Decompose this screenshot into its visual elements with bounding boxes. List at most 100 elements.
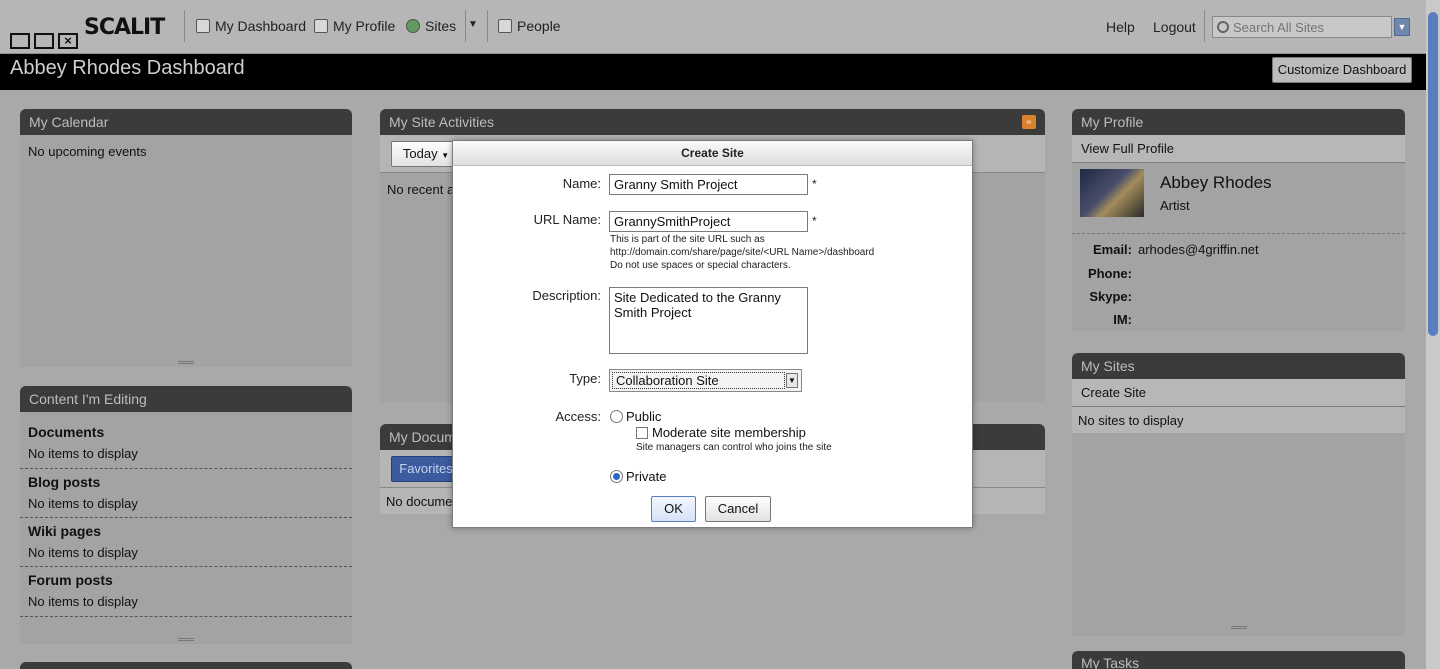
public-label: Public bbox=[626, 409, 662, 424]
close-box-icon: × bbox=[58, 33, 78, 49]
nav-separator bbox=[184, 10, 185, 42]
sites-dashlet: My Sites Create Site No sites to display bbox=[1072, 353, 1405, 636]
dialog-title: Create Site bbox=[453, 141, 972, 166]
create-site-dialog: Create Site Name: * URL Name: * This is … bbox=[452, 140, 973, 528]
section-title: Blog posts bbox=[28, 474, 101, 490]
ok-button[interactable]: OK bbox=[651, 496, 696, 522]
section-title: Documents bbox=[28, 424, 105, 440]
url-name-label: URL Name: bbox=[533, 212, 601, 227]
search-options-button[interactable]: ▼ bbox=[1394, 18, 1410, 36]
resize-handle[interactable] bbox=[178, 361, 194, 364]
filter-label: Today bbox=[402, 146, 438, 161]
view-full-profile-link[interactable]: View Full Profile bbox=[1081, 141, 1174, 156]
cancel-button[interactable]: Cancel bbox=[705, 496, 771, 522]
create-site-link[interactable]: Create Site bbox=[1081, 385, 1146, 400]
profile-dashlet-title: My Profile bbox=[1072, 109, 1405, 135]
people-icon bbox=[498, 19, 512, 33]
resize-handle[interactable] bbox=[178, 638, 194, 641]
section-empty-text: No items to display bbox=[28, 594, 138, 609]
rss-icon[interactable]: ≈ bbox=[1022, 115, 1036, 129]
search-box[interactable] bbox=[1212, 16, 1392, 38]
name-field[interactable] bbox=[609, 174, 808, 195]
im-label: IM: bbox=[1113, 312, 1132, 327]
minimize-box-icon bbox=[10, 33, 30, 49]
type-label: Type: bbox=[569, 371, 601, 386]
activities-filter-dropdown[interactable]: Today ▼ bbox=[391, 141, 461, 167]
sites-dashlet-title: My Sites bbox=[1072, 353, 1405, 379]
tasks-dashlet: My Tasks bbox=[1072, 651, 1405, 669]
editing-section-wiki: Wiki pages No items to display bbox=[20, 518, 352, 567]
moderate-label: Moderate site membership bbox=[652, 425, 806, 440]
activities-empty-text: No recent a bbox=[387, 182, 455, 197]
globe-icon bbox=[406, 19, 420, 33]
name-label: Name: bbox=[562, 176, 601, 191]
url-hint-line: http://domain.com/share/page/site/<URL N… bbox=[610, 247, 875, 258]
section-empty-text: No items to display bbox=[28, 446, 138, 461]
email-value: arhodes@4griffin.net bbox=[1138, 242, 1259, 257]
editing-section-documents: Documents No items to display bbox=[20, 412, 352, 469]
nav-separator bbox=[1204, 10, 1205, 42]
sites-link-bar: Create Site bbox=[1072, 379, 1405, 407]
chevron-down-icon: ▼ bbox=[1397, 22, 1407, 32]
type-select[interactable]: Collaboration Site ▼ bbox=[609, 369, 802, 392]
help-link[interactable]: Help bbox=[1106, 19, 1135, 35]
nav-separator bbox=[487, 10, 488, 42]
next-dashlet bbox=[20, 662, 352, 669]
scrollbar-thumb[interactable] bbox=[1428, 12, 1438, 336]
customize-dashboard-button[interactable]: Customize Dashboard bbox=[1272, 57, 1412, 83]
description-label: Description: bbox=[532, 288, 601, 303]
divider bbox=[1072, 233, 1405, 234]
required-marker: * bbox=[812, 214, 817, 228]
search-input[interactable] bbox=[1233, 19, 1383, 35]
logout-link[interactable]: Logout bbox=[1153, 19, 1196, 35]
app-logo[interactable]: × SCALIT bbox=[10, 14, 175, 49]
avatar bbox=[1080, 169, 1144, 217]
chevron-down-icon: ▼ bbox=[468, 19, 478, 30]
url-hint-line: This is part of the site URL such as bbox=[610, 234, 765, 245]
calendar-empty-text: No upcoming events bbox=[28, 144, 147, 159]
sites-list-row: No sites to display bbox=[1072, 407, 1405, 433]
section-empty-text: No items to display bbox=[28, 496, 138, 511]
dashboard-icon bbox=[196, 19, 210, 33]
calendar-dashlet-title: My Calendar bbox=[20, 109, 352, 135]
section-title: Wiki pages bbox=[28, 523, 102, 539]
profile-role: Artist bbox=[1160, 198, 1190, 213]
nav-my-dashboard[interactable]: My Dashboard bbox=[196, 18, 306, 34]
url-hint-line: Do not use spaces or special characters. bbox=[610, 260, 791, 271]
tasks-dashlet-title: My Tasks bbox=[1072, 651, 1405, 669]
section-title: Forum posts bbox=[28, 572, 113, 588]
editing-section-blog: Blog posts No items to display bbox=[20, 469, 352, 518]
editing-dashlet: Content I'm Editing Documents No items t… bbox=[20, 386, 352, 644]
nav-my-dashboard-label: My Dashboard bbox=[215, 18, 307, 34]
chevron-down-icon: ▼ bbox=[441, 151, 450, 160]
private-radio[interactable] bbox=[610, 470, 623, 483]
nav-my-profile[interactable]: My Profile bbox=[314, 18, 395, 34]
favorites-tab[interactable]: Favorites bbox=[391, 456, 461, 482]
nav-separator bbox=[465, 10, 466, 42]
description-field[interactable]: Site Dedicated to the Granny Smith Proje… bbox=[609, 287, 808, 354]
maximize-box-icon bbox=[34, 33, 54, 49]
public-radio[interactable] bbox=[610, 410, 623, 423]
resize-handle[interactable] bbox=[1230, 626, 1247, 629]
nav-my-profile-label: My Profile bbox=[333, 18, 396, 34]
logo-text: SCALIT bbox=[84, 15, 165, 40]
nav-sites-label: Sites bbox=[425, 18, 457, 34]
type-select-value: Collaboration Site bbox=[612, 372, 785, 389]
phone-label: Phone: bbox=[1087, 266, 1132, 281]
section-empty-text: No items to display bbox=[28, 545, 138, 560]
sites-empty-text: No sites to display bbox=[1078, 413, 1184, 428]
moderate-checkbox[interactable] bbox=[636, 427, 648, 439]
chevron-down-icon: ▼ bbox=[786, 373, 798, 388]
access-label: Access: bbox=[555, 409, 601, 424]
email-label: Email: bbox=[1092, 242, 1132, 257]
calendar-dashlet: My Calendar No upcoming events bbox=[20, 109, 352, 367]
nav-people[interactable]: People bbox=[498, 18, 561, 34]
url-name-field[interactable] bbox=[609, 211, 808, 232]
profile-icon bbox=[314, 19, 328, 33]
nav-sites[interactable]: Sites bbox=[406, 18, 456, 34]
required-marker: * bbox=[812, 177, 817, 191]
sites-dropdown-button[interactable]: ▼ bbox=[468, 19, 478, 30]
profile-dashlet: My Profile View Full Profile Abbey Rhode… bbox=[1072, 109, 1405, 331]
editing-dashlet-title: Content I'm Editing bbox=[20, 386, 352, 412]
profile-name: Abbey Rhodes bbox=[1160, 173, 1272, 192]
